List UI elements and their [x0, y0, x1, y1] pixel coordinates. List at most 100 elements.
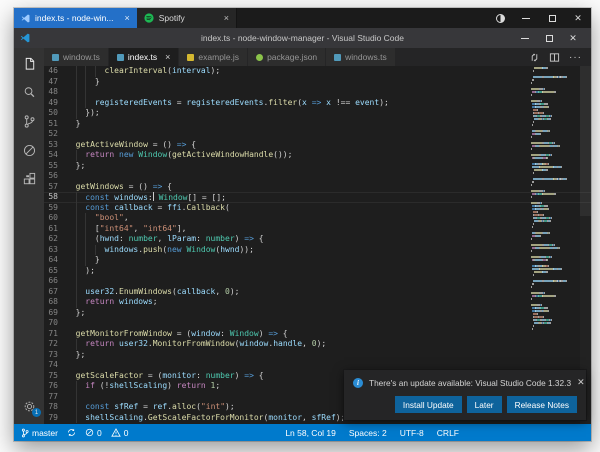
code-line-50[interactable]: 50 });	[44, 108, 591, 119]
update-notification: i There's an update available: Visual St…	[344, 370, 586, 420]
code-line-59[interactable]: 59 const callback = ffi.Callback(	[44, 202, 591, 213]
editor-tab-window.ts[interactable]: window.ts	[44, 48, 109, 66]
source-control-icon[interactable]	[21, 113, 37, 129]
titlebar-maximize-button[interactable]	[537, 28, 561, 48]
line-number: 66	[48, 276, 58, 285]
sets-tab-label: index.ts - node-win...	[35, 13, 114, 23]
code-line-54[interactable]: 54 return new Window(getActiveWindowHand…	[44, 150, 591, 161]
ts-file-icon	[116, 53, 124, 61]
code-line-60[interactable]: 60 "bool",	[44, 213, 591, 224]
line-number: 70	[48, 318, 58, 327]
line-number: 49	[48, 97, 58, 107]
code-line-70[interactable]: 70	[44, 318, 591, 329]
code-line-61[interactable]: 61 ["int64", "int64"],	[44, 223, 591, 234]
code-line-71[interactable]: 71 getMonitorFromWindow = (window: Windo…	[44, 329, 591, 340]
code-line-72[interactable]: 72 return user32.MonitorFromWindow(windo…	[44, 339, 591, 350]
titlebar-close-button[interactable]: ✕	[561, 28, 585, 48]
code-line-65[interactable]: 65 );	[44, 265, 591, 276]
sets-tab-close-icon[interactable]: ×	[124, 13, 129, 23]
sets-tab-bar: index.ts - node-win... × Spotify × ✕	[14, 8, 591, 28]
sets-tab-close-icon[interactable]: ×	[224, 13, 229, 23]
line-number: 72	[48, 339, 58, 348]
code-line-46[interactable]: 46 clearInterval(interval);	[44, 66, 591, 77]
code-line-62[interactable]: 62 (hwnd: number, lParam: number) => {	[44, 234, 591, 245]
code-line-63[interactable]: 63 windows.push(new Window(hwnd));	[44, 244, 591, 255]
line-number: 50	[48, 108, 58, 117]
code-line-56[interactable]: 56	[44, 171, 591, 182]
tab-close-icon[interactable]: ×	[165, 52, 170, 62]
tab-label: package.json	[267, 52, 318, 62]
debug-icon[interactable]	[21, 142, 37, 158]
scrollbar-thumb[interactable]	[580, 66, 591, 216]
editor-tab-windows.ts[interactable]: windows.ts	[326, 48, 396, 66]
warnings-indicator[interactable]: 0	[110, 428, 128, 438]
status-utf-8[interactable]: UTF-8	[400, 428, 424, 438]
code-line-47[interactable]: 47 }	[44, 76, 591, 87]
code-line-66[interactable]: 66	[44, 276, 591, 287]
line-number: 58	[48, 192, 58, 201]
notification-close-icon[interactable]: ✕	[577, 377, 585, 388]
install-update-button[interactable]: Install Update	[394, 396, 462, 413]
git-branch-indicator[interactable]: master	[21, 428, 58, 438]
status-spaces[interactable]: Spaces: 2	[349, 428, 387, 438]
code-line-53[interactable]: 53 getActiveWindow = () => {	[44, 140, 591, 151]
sync-indicator[interactable]	[67, 428, 76, 437]
later-button[interactable]: Later	[466, 396, 502, 413]
status-crlf[interactable]: CRLF	[437, 428, 459, 438]
code-line-68[interactable]: 68 return windows;	[44, 297, 591, 308]
line-number: 54	[48, 150, 58, 159]
status-bar: master 0 0 Ln 58, Col 19 Spaces: 2 UTF-8 CR…	[14, 424, 591, 441]
code-line-69[interactable]: 69 };	[44, 308, 591, 319]
line-number: 68	[48, 297, 58, 306]
line-number: 47	[48, 76, 58, 86]
search-icon[interactable]	[21, 84, 37, 100]
line-number: 62	[48, 234, 58, 243]
code-line-57[interactable]: 57 getWindows = () => {	[44, 182, 591, 193]
errors-indicator[interactable]: 0	[85, 428, 102, 438]
code-line-52[interactable]: 52	[44, 129, 591, 140]
code-line-58[interactable]: 58 const windows: Window[] = [];	[44, 192, 591, 203]
status-right-group: Ln 58, Col 19 Spaces: 2 UTF-8 CRLF	[285, 428, 459, 438]
info-icon: i	[353, 377, 363, 388]
editor-tab-bar: window.ts index.ts × example.js package.json…	[44, 48, 591, 66]
split-editor-icon[interactable]	[549, 52, 560, 63]
vscode-window: index.ts - node-win... × Spotify × ✕ ind…	[14, 8, 591, 441]
warning-icon	[110, 428, 121, 437]
sets-bar-spacer	[237, 8, 487, 28]
settings-gear-icon[interactable]: 1	[21, 398, 41, 417]
code-line-74[interactable]: 74	[44, 360, 591, 371]
editor-tab-package.json[interactable]: package.json	[248, 48, 327, 66]
editor-tab-example.js[interactable]: example.js	[179, 48, 249, 66]
open-changes-icon[interactable]	[529, 52, 540, 63]
window-close-button[interactable]: ✕	[565, 8, 591, 28]
release-notes-button[interactable]: Release Notes	[506, 396, 577, 413]
code-line-64[interactable]: 64 }	[44, 255, 591, 266]
minimap[interactable]	[530, 67, 576, 331]
vscode-logo-icon	[21, 14, 30, 23]
line-number: 59	[48, 202, 58, 212]
line-number: 46	[48, 66, 58, 75]
sets-tab-vscode[interactable]: index.ts - node-win... ×	[14, 8, 137, 28]
status-ln[interactable]: Ln 58, Col 19	[285, 428, 336, 438]
feedback-icon[interactable]	[487, 8, 513, 28]
sets-tab-spotify[interactable]: Spotify ×	[136, 8, 237, 28]
window-minimize-button[interactable]	[513, 8, 539, 28]
code-line-51[interactable]: 51 }	[44, 119, 591, 130]
explorer-icon[interactable]	[21, 55, 37, 71]
extensions-icon[interactable]	[21, 171, 37, 187]
line-number: 51	[48, 118, 58, 128]
title-bar: index.ts - node-window-manager - Visual …	[14, 28, 591, 48]
code-line-55[interactable]: 55 };	[44, 161, 591, 172]
line-number: 56	[48, 171, 58, 180]
code-line-73[interactable]: 73 };	[44, 350, 591, 361]
code-line-67[interactable]: 67 user32.EnumWindows(callback, 0);	[44, 286, 591, 297]
more-actions-icon[interactable]: ···	[569, 52, 582, 63]
window-maximize-button[interactable]	[539, 8, 565, 28]
code-line-49[interactable]: 49 registeredEvents = registeredEvents.f…	[44, 97, 591, 108]
editor-actions: ···	[529, 48, 591, 66]
json-file-icon	[256, 53, 264, 61]
editor-tab-index.ts[interactable]: index.ts ×	[108, 48, 180, 66]
activity-bar: 1	[14, 48, 44, 424]
code-line-48[interactable]: 48	[44, 87, 591, 98]
line-number: 61	[48, 223, 58, 233]
